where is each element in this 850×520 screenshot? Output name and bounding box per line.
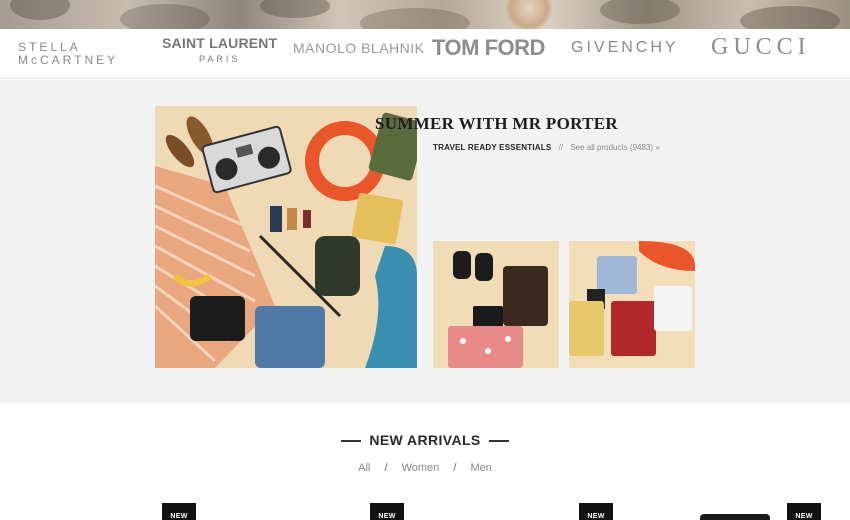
hero-banner-image xyxy=(0,0,850,29)
see-all-products-link[interactable]: See all products (9483) » xyxy=(570,143,659,152)
heading-dash-right xyxy=(488,440,509,443)
product-image-partial[interactable] xyxy=(700,514,770,520)
flat-lay-illustration xyxy=(155,106,417,368)
filter-women[interactable]: Women xyxy=(402,462,440,474)
feature-links: TRAVEL READY ESSENTIALS // See all produ… xyxy=(433,143,660,152)
new-badge: NEW xyxy=(370,503,404,520)
brand-manolo-blahnik[interactable]: MANOLO BLAHNIK xyxy=(293,40,424,56)
category-link[interactable]: TRAVEL READY ESSENTIALS xyxy=(433,143,551,152)
feature-thumbnail-2[interactable] xyxy=(569,241,695,368)
feature-section: SUMMER WITH MR PORTER TRAVEL READY ESSEN… xyxy=(0,80,850,403)
filter-separator: / xyxy=(453,462,457,474)
feature-main-image[interactable] xyxy=(155,106,417,368)
brand-saint-laurent-name: SAINT LAURENT xyxy=(162,35,278,51)
feature-thumbnail-1[interactable] xyxy=(433,241,559,368)
brand-saint-laurent[interactable]: SAINT LAURENT PARIS xyxy=(162,36,277,67)
brand-saint-laurent-sub: PARIS xyxy=(199,54,241,64)
new-badge: NEW xyxy=(787,503,821,520)
filter-separator: / xyxy=(384,462,388,474)
filter-all[interactable]: All xyxy=(358,462,370,474)
brand-stella-mccartney[interactable]: STELLA McCARTNEY xyxy=(18,41,118,67)
brand-givenchy[interactable]: GIVENCHY xyxy=(571,39,679,57)
brand-logo-bar: STELLA McCARTNEY SAINT LAURENT PARIS MAN… xyxy=(0,29,850,79)
new-badge: NEW xyxy=(162,503,196,520)
brand-gucci[interactable]: GUCCI xyxy=(711,34,811,61)
brand-stella-line1: STELLA xyxy=(18,40,81,54)
brand-tom-ford[interactable]: TOM FORD xyxy=(432,35,545,61)
new-arrivals-title: NEW ARRIVALS xyxy=(369,432,481,448)
feature-title: SUMMER WITH MR PORTER xyxy=(375,114,618,133)
new-badge: NEW xyxy=(579,503,613,520)
arrivals-filters: All / Women / Men xyxy=(0,462,850,474)
brand-stella-line2: McCARTNEY xyxy=(18,53,119,67)
hero-figure xyxy=(505,0,553,29)
thumbnail-illustration-2 xyxy=(569,241,695,368)
thumbnail-illustration-1 xyxy=(433,241,559,368)
link-separator: // xyxy=(558,143,564,152)
filter-men[interactable]: Men xyxy=(470,462,491,474)
new-arrivals-heading: NEW ARRIVALS xyxy=(0,432,850,448)
heading-dash-left xyxy=(341,440,362,443)
